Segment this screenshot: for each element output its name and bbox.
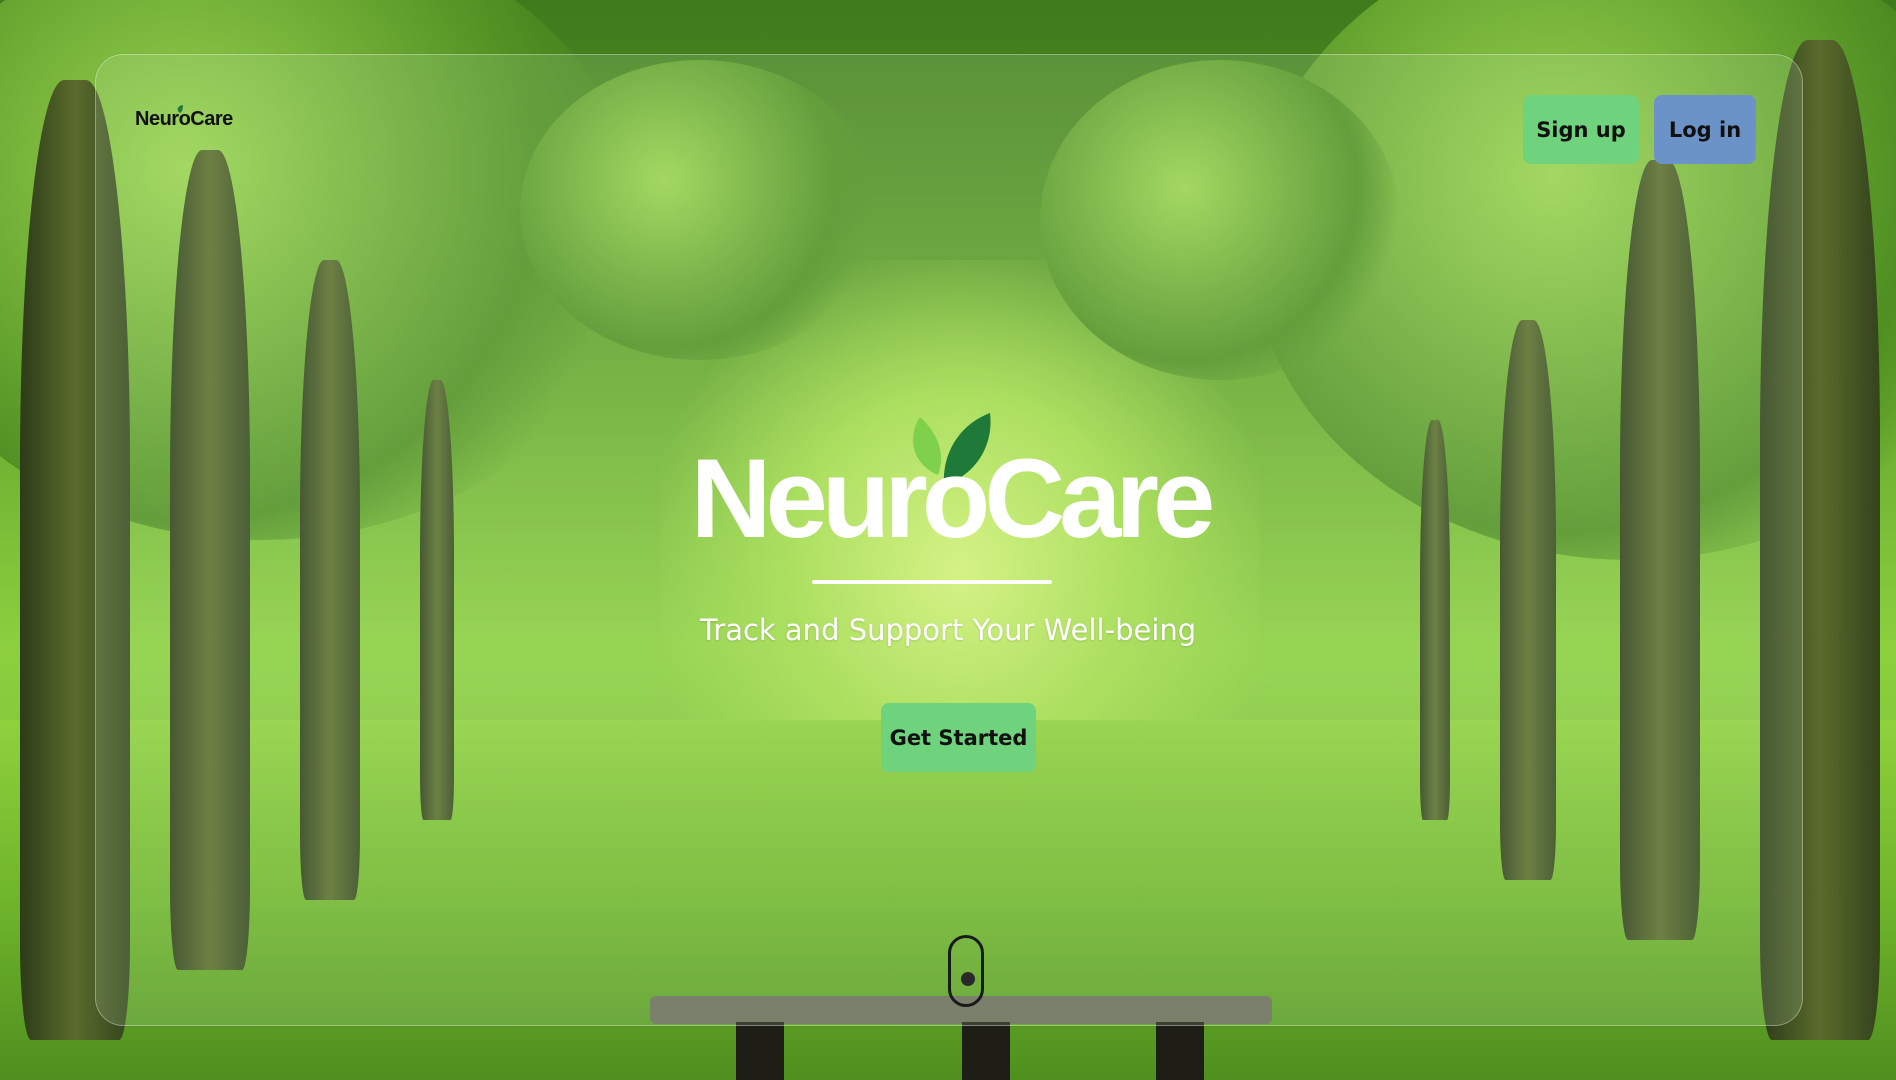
hero-logo: NeuroCare	[690, 405, 1216, 565]
login-button[interactable]: Log in	[1654, 95, 1756, 164]
get-started-button[interactable]: Get Started	[881, 703, 1036, 772]
signup-button[interactable]: Sign up	[1523, 95, 1639, 164]
scroll-dot	[961, 972, 975, 986]
bench-leg	[1156, 1022, 1204, 1080]
nav-logo[interactable]: NeuroCare	[135, 105, 233, 131]
hero-logo-text: NeuroCare	[690, 436, 1216, 561]
bench-leg	[962, 1022, 1010, 1080]
hero-tagline: Track and Support Your Well-being	[699, 613, 1197, 647]
mouse-scroll-icon[interactable]	[948, 935, 984, 1007]
bench-leg	[736, 1022, 784, 1080]
leaf-icon	[177, 105, 183, 113]
hero-divider	[812, 580, 1052, 584]
